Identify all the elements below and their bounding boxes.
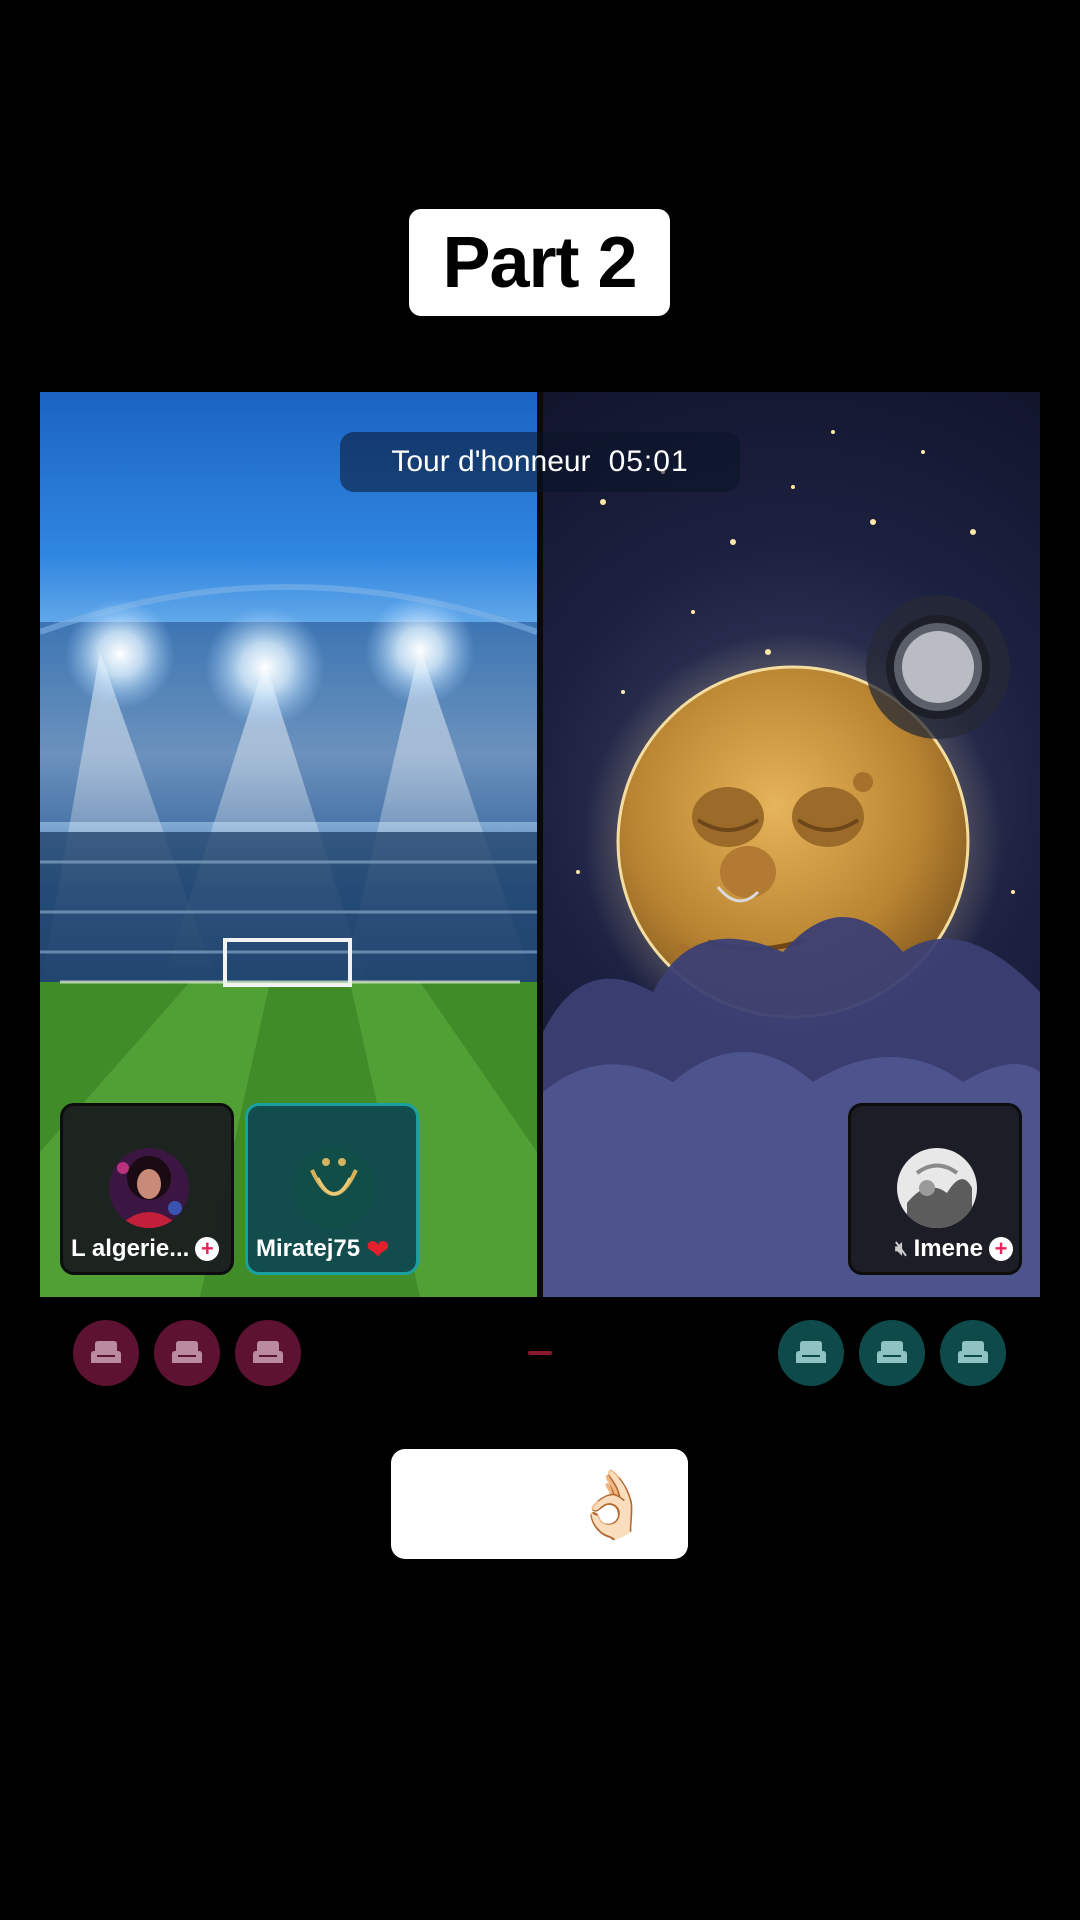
timer-value: 05:01	[608, 445, 689, 478]
battle-timer: Tour d'honneur 05:01	[340, 432, 740, 492]
right-team-seats	[778, 1320, 1006, 1386]
guest-label: L algerie... +	[71, 1232, 225, 1266]
empty-seat-button[interactable]	[73, 1320, 139, 1386]
guest-name: Imene	[913, 1235, 983, 1262]
armchair-icon	[170, 1339, 204, 1365]
battle-score-indicator	[528, 1351, 552, 1355]
plus-icon[interactable]: +	[195, 1237, 220, 1261]
caption-title: Part 2	[409, 209, 670, 316]
armchair-icon	[794, 1339, 828, 1365]
armchair-icon	[956, 1339, 990, 1365]
guest-card-l-algerie[interactable]: L algerie... +	[60, 1103, 234, 1275]
empty-seat-button[interactable]	[235, 1320, 301, 1386]
avatar	[897, 1148, 977, 1228]
empty-seat-button[interactable]	[940, 1320, 1006, 1386]
right-stream-pane[interactable]: 🔇︎ Imene +	[543, 392, 1040, 1297]
guest-label: Miratej75 ❤	[256, 1232, 410, 1266]
guest-card-imene[interactable]: 🔇︎ Imene +	[848, 1103, 1022, 1275]
guest-name: L algerie...	[71, 1235, 190, 1262]
armchair-icon	[251, 1339, 285, 1365]
timer-label: Tour d'honneur	[391, 445, 591, 478]
guest-label: 🔇︎ Imene +	[859, 1232, 1013, 1266]
empty-seat-button[interactable]	[778, 1320, 844, 1386]
avatar	[294, 1148, 374, 1228]
ok-hand-emoji: 👌🏻	[571, 1467, 654, 1541]
armchair-icon	[89, 1339, 123, 1365]
left-team-seats	[73, 1320, 301, 1386]
relieved-face-emoji: 😌	[498, 1467, 568, 1541]
left-stream-pane[interactable]: L algerie... + Miratej75 ❤	[40, 392, 537, 1297]
muted-speaker-icon: 🔇︎	[895, 1237, 908, 1260]
guest-card-miratej75[interactable]: Miratej75 ❤	[245, 1103, 419, 1275]
live-battle-view: L algerie... + Miratej75 ❤ 🔇︎ Imene + To…	[40, 392, 1040, 1297]
guest-name: Miratej75	[256, 1235, 361, 1262]
plus-icon[interactable]: +	[989, 1237, 1013, 1261]
empty-seat-button[interactable]	[154, 1320, 220, 1386]
heart-icon: ❤	[366, 1233, 390, 1265]
emoji-caption: 😌 😌 👌🏻	[391, 1449, 688, 1559]
relieved-face-emoji: 😌	[425, 1467, 495, 1541]
avatar	[109, 1148, 189, 1228]
armchair-icon	[875, 1339, 909, 1365]
empty-seat-button[interactable]	[859, 1320, 925, 1386]
